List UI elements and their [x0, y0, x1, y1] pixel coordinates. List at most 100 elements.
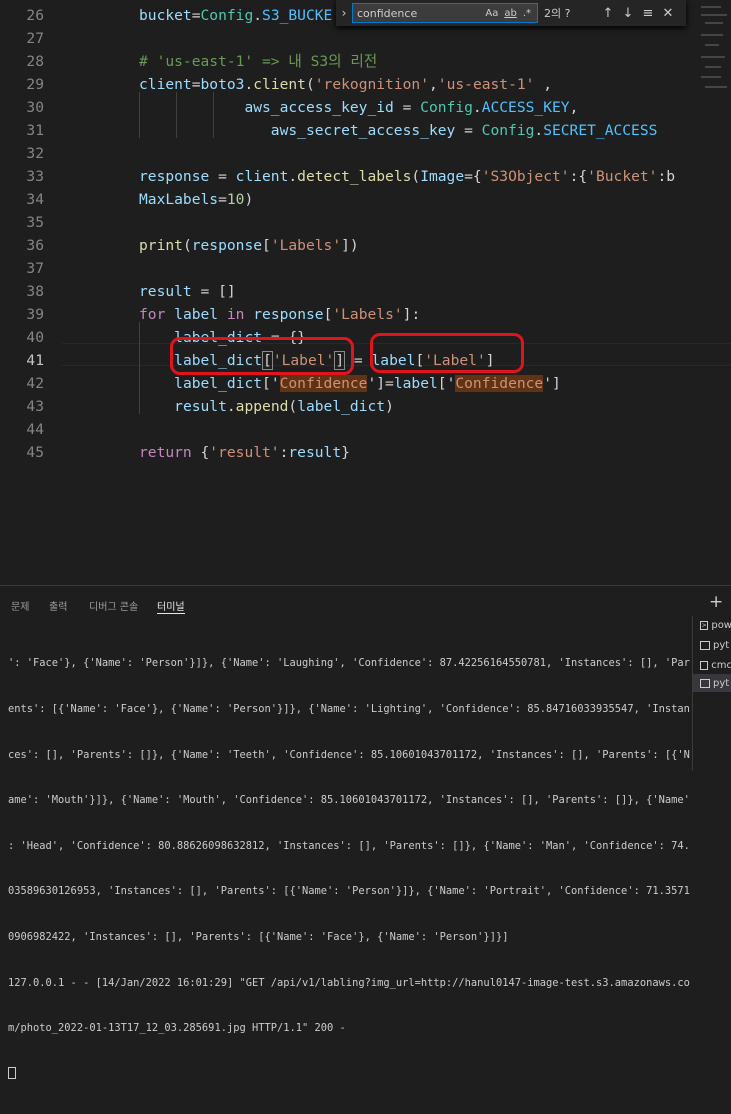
code-text: bucket=Config.S3_BUCKE	[139, 4, 332, 27]
code-token: .	[288, 168, 298, 185]
code-line[interactable]: 30 aws_access_key_id = Config.ACCESS_KEY…	[0, 96, 731, 119]
code-line[interactable]: 45 return {'result':result}	[0, 441, 731, 464]
tab-problems[interactable]: 문제	[11, 598, 29, 613]
code-token: 'S3Object'	[481, 168, 570, 185]
code-token: in	[226, 306, 245, 323]
code-token: boto3	[200, 76, 245, 93]
code-text: result = []	[139, 280, 236, 303]
line-number: 28	[26, 53, 44, 70]
find-input[interactable]: confidence Aa ab .*	[352, 3, 538, 23]
code-token: SECRET_ACCESS	[543, 122, 658, 139]
terminal-icon: >	[700, 620, 709, 630]
terminal-session-item[interactable]: pyt	[693, 636, 731, 654]
arrow-down-icon[interactable]: ↓	[618, 6, 638, 21]
code-token: label_dict	[297, 398, 386, 415]
terminal-session-item[interactable]: > pow	[693, 616, 731, 634]
code-token: MaxLabels	[139, 191, 219, 208]
code-text: aws_secret_access_key = Config.SECRET_AC…	[139, 119, 658, 142]
terminal-cursor	[8, 1066, 16, 1079]
code-token: .	[472, 99, 482, 116]
code-token: =	[218, 191, 227, 208]
code-editor[interactable]: 26 bucket=Config.S3_BUCKE 27 28 # 'us-east-1…	[0, 0, 731, 585]
session-label: pow	[711, 619, 731, 631]
code-token: .	[226, 398, 236, 415]
code-token: .	[244, 76, 254, 93]
tab-debug-console[interactable]: 디버그 콘솔	[89, 598, 138, 613]
bottom-panel: 문제 출력 디버그 콘솔 터미널 + ': 'Face'}, {'Name': …	[0, 585, 731, 1079]
code-line[interactable]: 42 label_dict['Confidence']=label['Confi…	[0, 372, 731, 395]
terminal-session-item[interactable]: cmc	[693, 656, 731, 674]
code-text: MaxLabels=10)	[139, 188, 253, 211]
code-token: .	[253, 7, 263, 24]
code-token: }	[341, 444, 350, 461]
code-line[interactable]: 31 aws_secret_access_key = Config.SECRET…	[0, 119, 731, 142]
code-line[interactable]: 29 client=boto3.client('rekognition','us-…	[0, 73, 731, 96]
code-token: (	[411, 168, 421, 185]
code-token: Confidence	[279, 375, 368, 392]
code-token: 'Labels'	[332, 306, 403, 323]
code-token: 'Labels'	[270, 237, 342, 254]
terminal-icon	[700, 660, 709, 670]
code-line[interactable]: 41 label_dict['Label'] = label['Label']	[0, 349, 731, 372]
line-number: 31	[26, 122, 44, 139]
line-number: 29	[26, 76, 44, 93]
find-in-selection-icon[interactable]: ≡	[638, 6, 658, 21]
code-line[interactable]: 43 result.append(label_dict)	[0, 395, 731, 418]
code-line[interactable]: 28 # 'us-east-1' => 내 S3의 리전	[0, 50, 731, 73]
code-token: client	[253, 76, 306, 93]
terminal-session-item[interactable]: pyt	[693, 674, 731, 692]
code-line[interactable]: 37	[0, 257, 731, 280]
code-token: S3_BUCKE	[262, 7, 333, 24]
code-token: 'Bucket'	[587, 168, 658, 185]
add-terminal-button[interactable]: +	[709, 592, 723, 612]
session-label: cmc	[711, 659, 731, 671]
code-text: return {'result':result}	[139, 441, 350, 464]
code-line[interactable]: 32	[0, 142, 731, 165]
tab-output[interactable]: 출력	[49, 598, 67, 613]
code-token: detect_labels	[297, 168, 412, 185]
arrow-up-icon[interactable]: ↑	[598, 6, 618, 21]
code-line[interactable]: 39 for label in response['Labels']:	[0, 303, 731, 326]
code-line[interactable]: 33 response = client.detect_labels(Image=…	[0, 165, 731, 188]
terminal-line: ': 'Face'}, {'Name': 'Person'}]}, {'Name…	[8, 657, 690, 670]
code-token: response	[253, 306, 324, 323]
line-number: 38	[26, 283, 44, 300]
match-case-icon[interactable]: Aa	[485, 8, 498, 19]
code-token: append	[235, 398, 289, 415]
code-line[interactable]: 36 print(response['Labels'])	[0, 234, 731, 257]
code-token: for	[139, 306, 166, 323]
code-token: = []	[191, 283, 236, 300]
code-line[interactable]: 35	[0, 211, 731, 234]
code-token: label_dict	[174, 375, 263, 392]
code-line[interactable]: 40 label_dict = {}	[0, 326, 731, 349]
terminal-output[interactable]: ': 'Face'}, {'Name': 'Person'}]}, {'Name…	[8, 626, 690, 1114]
code-line[interactable]: 38 result = []	[0, 280, 731, 303]
tab-terminal[interactable]: 터미널	[157, 598, 185, 614]
minimap[interactable]	[697, 0, 731, 100]
chevron-right-icon[interactable]: ›	[336, 6, 352, 20]
code-token: ={	[464, 168, 482, 185]
code-line[interactable]: 34 MaxLabels=10)	[0, 188, 731, 211]
annotation-circle-left	[170, 337, 354, 375]
line-number: 30	[26, 99, 44, 116]
code-line[interactable]: 27	[0, 27, 731, 50]
session-label: pyt	[713, 639, 730, 651]
code-token: 10	[226, 191, 245, 208]
code-token: 'result'	[209, 444, 280, 461]
code-token: Config	[420, 99, 473, 116]
terminal-icon	[700, 678, 710, 688]
regex-icon[interactable]: .*	[523, 8, 531, 19]
terminal-line: m/photo_2022-01-13T17_12_03.285691.jpg H…	[8, 1022, 346, 1035]
line-number: 32	[26, 145, 44, 162]
code-token: 'us-east-1'	[437, 76, 535, 93]
code-token: :{	[569, 168, 588, 185]
annotation-circle-right	[370, 333, 524, 373]
whole-word-icon[interactable]: ab	[504, 8, 516, 19]
code-line[interactable]: 44	[0, 418, 731, 441]
close-icon[interactable]: ✕	[658, 6, 678, 21]
